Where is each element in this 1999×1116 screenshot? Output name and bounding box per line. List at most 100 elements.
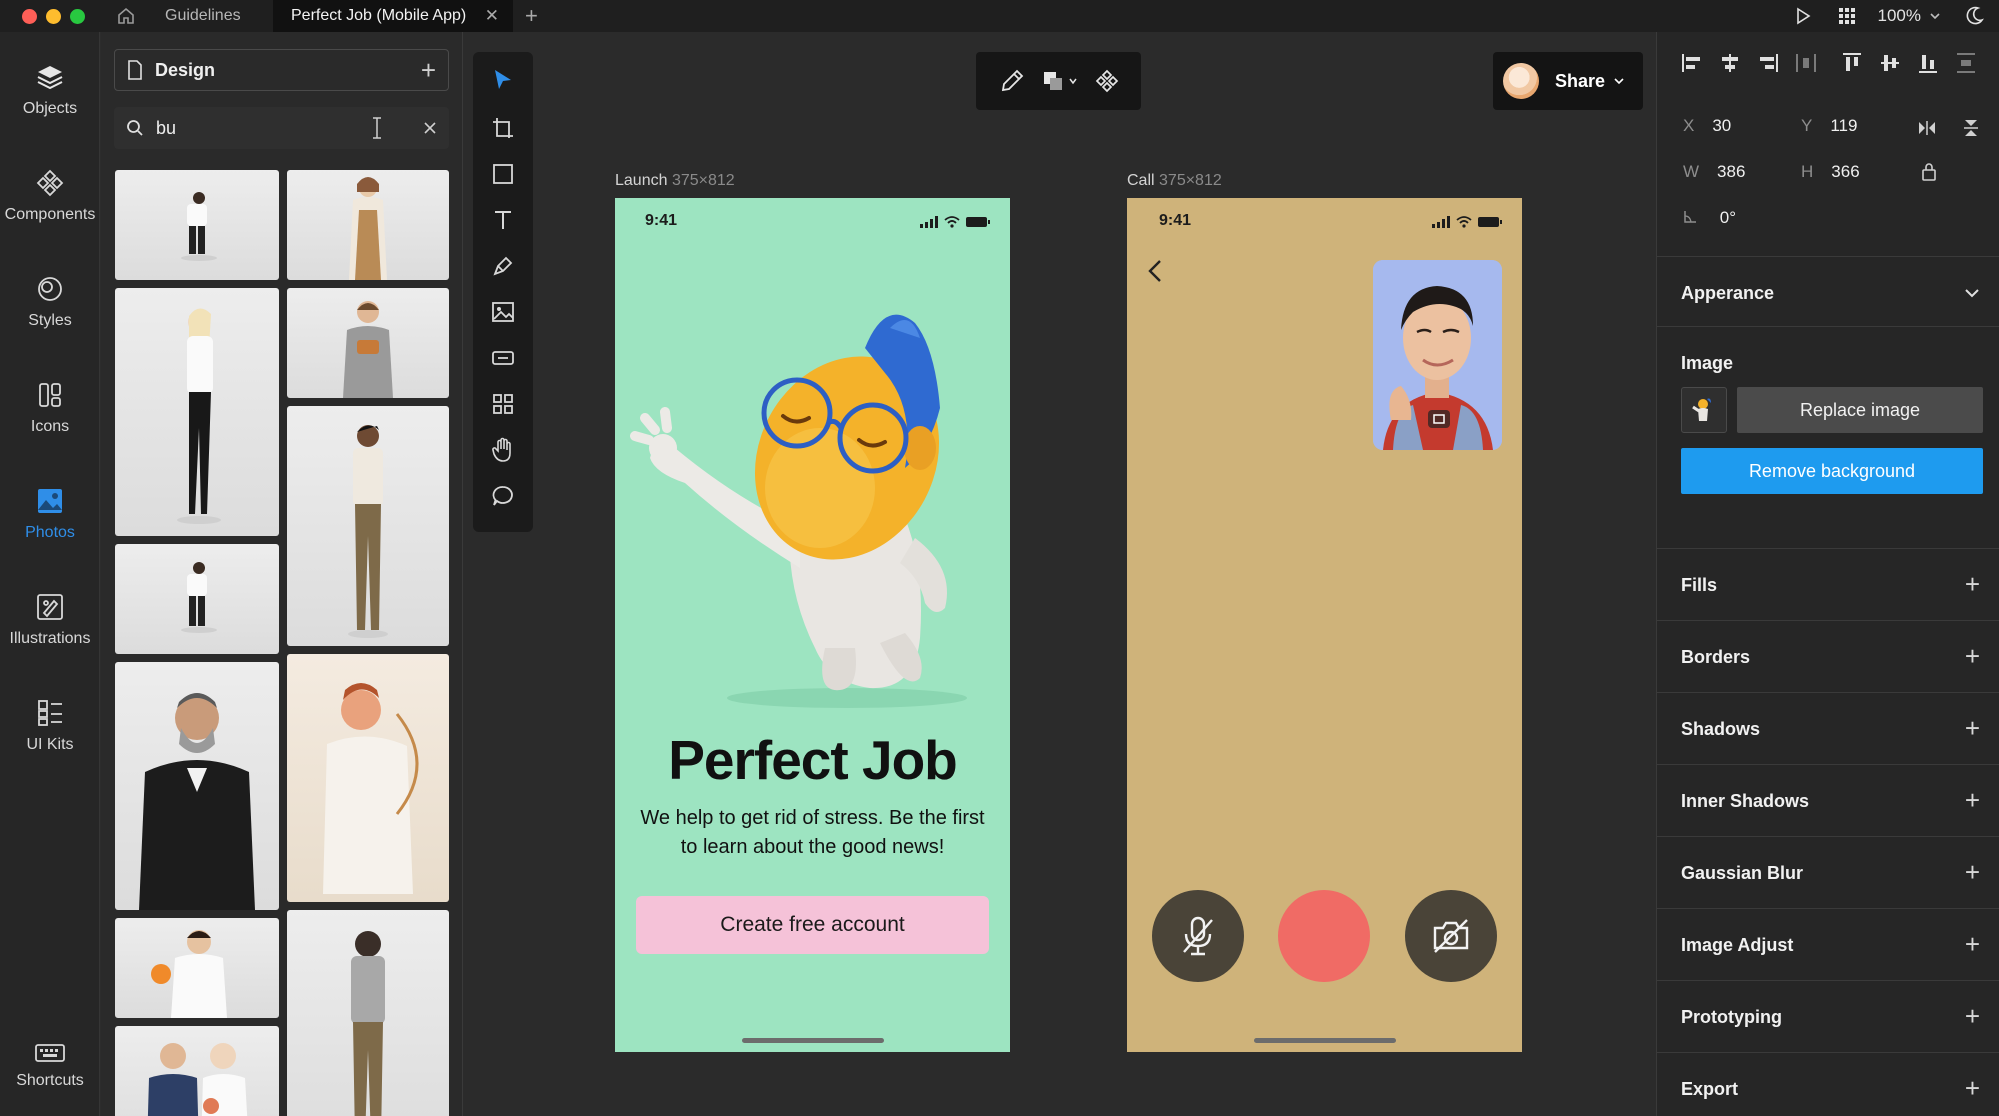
add-prototyping-button[interactable]: + [1965,1003,1980,1029]
close-window-button[interactable] [22,8,37,24]
rectangle-tool[interactable] [473,154,533,194]
tab-guidelines[interactable]: Guidelines [151,0,273,32]
launch-frame[interactable]: 9:41 Perfect Job We help to get rid of s… [615,198,1010,1052]
photo-thumbnail[interactable] [287,170,449,280]
fills-section[interactable]: Fills + [1657,548,1999,620]
rotation-value[interactable]: 0° [1720,208,1736,227]
rail-item-illustrations[interactable]: Illustrations [0,592,100,648]
align-right-icon[interactable] [1757,52,1779,74]
h-value[interactable]: 366 [1831,162,1859,181]
zoom-level[interactable]: 100% [1878,6,1921,26]
align-left-icon[interactable] [1681,52,1703,74]
photo-thumbnail[interactable] [115,170,279,280]
shadows-section[interactable]: Shadows + [1657,692,1999,764]
search-input[interactable]: bu [156,118,371,139]
text-tool[interactable] [473,200,533,240]
lock-icon[interactable] [1921,162,1937,182]
flip-horizontal-icon[interactable] [1917,120,1937,136]
camera-off-button[interactable] [1405,890,1497,982]
add-image-adjust-button[interactable]: + [1965,931,1980,957]
add-inner-shadow-button[interactable]: + [1965,787,1980,813]
dark-mode-icon[interactable] [1963,5,1985,27]
comment-tool[interactable] [473,476,533,516]
minimize-window-button[interactable] [46,8,61,24]
end-call-button[interactable] [1278,890,1370,982]
home-icon[interactable] [115,5,137,27]
move-tool[interactable] [473,60,533,100]
back-chevron-icon[interactable] [1147,258,1163,284]
search-field[interactable]: bu [114,107,449,149]
image-adjust-section[interactable]: Image Adjust + [1657,908,1999,980]
play-icon[interactable] [1794,7,1812,25]
photo-thumbnail[interactable] [115,918,279,1018]
align-bottom-icon[interactable] [1917,52,1939,74]
align-top-icon[interactable] [1841,52,1863,74]
component-tool[interactable] [473,338,533,378]
add-blur-button[interactable]: + [1965,859,1980,885]
create-account-button[interactable]: Create free account [636,896,989,954]
distribute-v-icon[interactable] [1955,52,1977,74]
rail-item-photos[interactable]: Photos [0,486,100,542]
photo-thumbnail[interactable] [115,288,279,536]
photo-thumbnail[interactable] [287,406,449,646]
mute-button[interactable] [1152,890,1244,982]
photo-thumbnail[interactable] [115,544,279,654]
rail-item-objects[interactable]: Objects [0,62,100,118]
add-export-button[interactable]: + [1965,1075,1980,1101]
align-center-v-icon[interactable] [1879,52,1901,74]
image-tool[interactable] [473,292,533,332]
rail-item-icons[interactable]: Icons [0,380,100,436]
add-border-button[interactable]: + [1965,643,1980,669]
x-value[interactable]: 30 [1712,116,1731,135]
grid-menu-icon[interactable] [1838,7,1856,25]
call-frame[interactable]: 9:41 [1127,198,1522,1052]
video-preview[interactable] [1373,260,1502,450]
flip-vertical-icon[interactable] [1963,118,1979,138]
pen-tool[interactable] [473,246,533,286]
frame-tool[interactable] [473,108,533,148]
rotation-field[interactable]: 0° [1683,208,1736,228]
inner-shadows-section[interactable]: Inner Shadows + [1657,764,1999,836]
photo-thumbnail[interactable] [287,910,449,1116]
photo-thumbnail[interactable] [287,654,449,902]
w-value[interactable]: 386 [1717,162,1745,181]
export-section[interactable]: Export + [1657,1052,1999,1116]
rail-item-ui-kits[interactable]: UI Kits [0,698,100,754]
close-tab-icon[interactable]: ✕ [485,6,499,26]
rail-item-components[interactable]: Components [0,168,100,224]
add-shadow-button[interactable]: + [1965,715,1980,741]
chevron-down-icon[interactable] [1964,287,1980,299]
y-field[interactable]: Y 119 [1801,116,1857,136]
add-icon[interactable]: + [421,55,436,86]
h-field[interactable]: H 366 [1801,162,1860,182]
frame-label-call[interactable]: Call 375×812 [1127,172,1222,190]
frame-label-launch[interactable]: Launch 375×812 [615,172,735,190]
new-tab-button[interactable]: + [525,5,538,27]
gaussian-blur-section[interactable]: Gaussian Blur + [1657,836,1999,908]
grid-tool[interactable] [473,384,533,424]
design-selector[interactable]: Design + [114,49,449,91]
rail-item-styles[interactable]: Styles [0,274,100,330]
chevron-down-icon[interactable] [1929,10,1941,22]
tab-perfect-job[interactable]: Perfect Job (Mobile App) ✕ [273,0,513,32]
component-icon[interactable] [1095,69,1119,93]
borders-section[interactable]: Borders + [1657,620,1999,692]
distribute-h-icon[interactable] [1795,52,1817,74]
y-value[interactable]: 119 [1830,116,1857,135]
prototyping-section[interactable]: Prototyping + [1657,980,1999,1052]
pencil-icon[interactable] [999,68,1025,94]
remove-background-button[interactable]: Remove background [1681,448,1983,494]
add-fill-button[interactable]: + [1965,571,1980,597]
clear-search-icon[interactable] [423,121,437,135]
photo-thumbnail[interactable] [115,662,279,910]
x-field[interactable]: X 30 [1683,116,1731,136]
photo-thumbnail[interactable] [287,288,449,398]
photo-thumbnail[interactable] [115,1026,279,1116]
replace-image-button[interactable]: Replace image [1737,387,1983,433]
w-field[interactable]: W 386 [1683,162,1745,182]
share-button[interactable]: Share [1493,52,1643,110]
maximize-window-button[interactable] [70,8,85,24]
hand-tool[interactable] [473,430,533,470]
rail-item-shortcuts[interactable]: Shortcuts [0,1042,100,1090]
align-center-h-icon[interactable] [1719,52,1741,74]
